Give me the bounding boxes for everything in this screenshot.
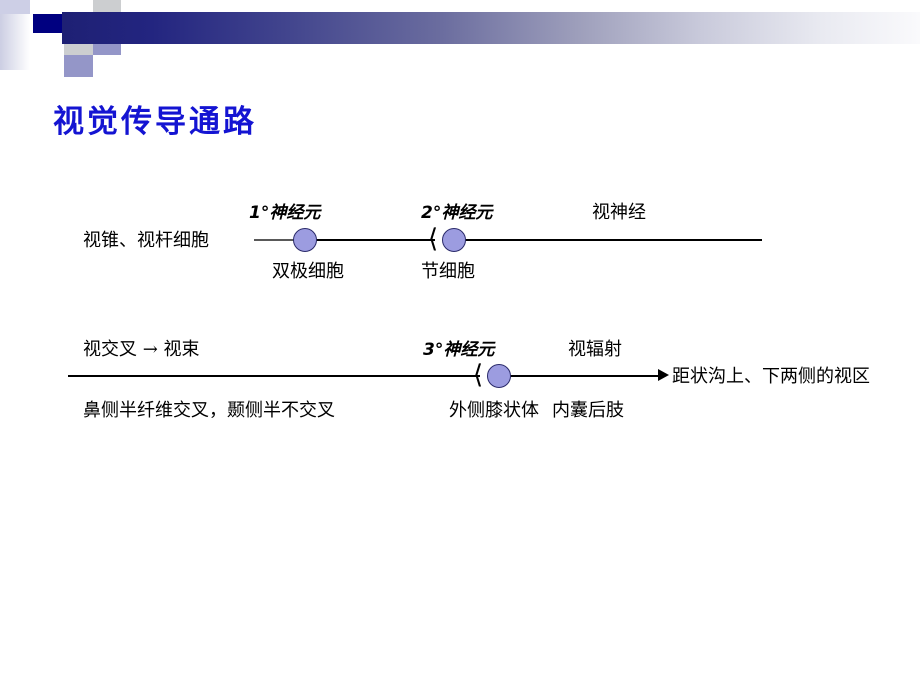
- header-gradient-band: [62, 12, 920, 44]
- row1-segment-c: [464, 239, 762, 241]
- row1-label-optic-nerve: 视神经: [592, 202, 646, 223]
- row2-below-label-lateral-geniculate-body: 外侧膝状体: [449, 400, 539, 421]
- row2-segment-b: [509, 375, 659, 377]
- row1-segment-a: [254, 239, 294, 241]
- row2-below-label-fiber-decussation: 鼻侧半纤维交叉，颞侧半不交叉: [83, 400, 335, 421]
- row2-segment-a: [68, 375, 480, 377]
- row2-label-optic-radiation: 视辐射: [568, 339, 622, 360]
- row1-ganglion-cell-node: [442, 228, 466, 252]
- row1-segment-b: [310, 239, 435, 241]
- deco-square-navy: [33, 14, 64, 33]
- row1-label-second-order-neuron: 2°神经元: [421, 203, 493, 223]
- header-decoration: [0, 0, 920, 77]
- row1-synapse-bracket: ⟨: [428, 224, 439, 254]
- page-title: 视觉传导通路: [53, 104, 257, 140]
- row2-left-label-optic-chiasm-tract: 视交叉 → 视束: [83, 339, 200, 360]
- row2-arrowhead-icon: [658, 369, 669, 381]
- row1-below-label-ganglion-cell: 节细胞: [421, 261, 475, 282]
- row1-left-label-photoreceptor-cells: 视锥、视杆细胞: [83, 230, 209, 251]
- row1-label-first-order-neuron: 1°神经元: [249, 203, 321, 223]
- deco-square-mid-c: [64, 55, 93, 77]
- slide-canvas: 视觉传导通路 1°神经元 2°神经元 视神经 视锥、视杆细胞 ⟨ 双极细胞 节细…: [0, 0, 920, 690]
- deco-square-pale-a: [0, 0, 30, 14]
- row2-lateral-geniculate-body-node: [487, 364, 511, 388]
- row1-below-label-bipolar-cell: 双极细胞: [272, 261, 344, 282]
- row2-below-label-posterior-limb-internal-capsule: 内囊后肢: [552, 400, 624, 421]
- row2-right-label-visual-cortex: 距状沟上、下两侧的视区: [672, 366, 870, 387]
- row2-label-third-order-neuron: 3°神经元: [423, 340, 495, 360]
- row2-synapse-bracket: ⟨: [473, 360, 484, 390]
- row1-bipolar-cell-node: [293, 228, 317, 252]
